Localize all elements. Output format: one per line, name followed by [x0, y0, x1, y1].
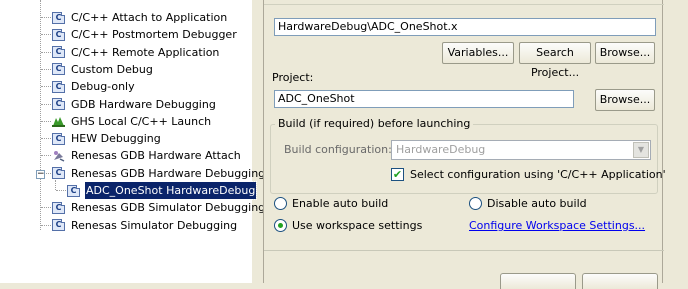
project-label: Project: — [272, 71, 314, 84]
tree-branch-line — [41, 51, 51, 53]
tree-branch-line — [41, 224, 51, 226]
c-launch-icon: C — [52, 98, 65, 110]
revert-button[interactable] — [582, 273, 658, 289]
build-config-value: HardwareDebug — [396, 143, 486, 156]
tree-item[interactable]: C Renesas Simulator Debugging — [52, 217, 238, 234]
main-tab-panel: HardwareDebug\ADC_OneShot.x Variables...… — [263, 0, 666, 289]
tab-header-edge — [264, 0, 664, 5]
use-workspace-settings-radio[interactable] — [274, 219, 287, 232]
browse-application-button-label: Browse... — [599, 46, 651, 59]
dropdown-arrow-icon[interactable]: ▼ — [633, 142, 649, 158]
apply-button[interactable] — [500, 273, 576, 289]
enable-auto-build-radio[interactable] — [274, 197, 287, 210]
tree-item-label: ADC_OneShot HardwareDebug — [83, 181, 258, 200]
enable-auto-build-label: Enable auto build — [292, 197, 389, 210]
variables-button[interactable]: Variables... — [442, 42, 514, 64]
c-launch-icon: C — [52, 63, 65, 76]
tree-item[interactable]: C Renesas GDB Simulator Debugging — [52, 199, 266, 216]
c-launch-icon: C — [52, 80, 65, 93]
c-launch-icon: C — [52, 201, 65, 214]
tree-item-label: C/C++ Remote Application — [71, 45, 220, 59]
tree-branch-line — [41, 155, 51, 157]
tree-item[interactable]: C C/C++ Postmortem Debugger — [52, 26, 238, 43]
tree-item-label: GDB Hardware Debugging — [71, 97, 216, 111]
c-launch-icon: C — [52, 167, 65, 180]
tree-item[interactable]: C Renesas GDB Hardware Debugging — [52, 165, 266, 182]
search-project-button[interactable]: Search Project... — [519, 42, 591, 79]
renesas-attach-icon — [52, 150, 65, 162]
tree-branch-line — [56, 190, 66, 191]
c-launch-icon: C — [52, 132, 65, 145]
variables-button-label: Variables... — [447, 46, 509, 59]
tree-branch-line — [41, 103, 51, 105]
c-launch-icon: C — [67, 184, 80, 197]
build-group-title: Build (if required) before launching — [275, 117, 474, 130]
c-launch-icon: C — [52, 11, 65, 24]
tree-item[interactable]: C C/C++ Attach to Application — [52, 9, 228, 26]
ghs-launch-icon — [52, 115, 65, 128]
panel-divider — [264, 250, 664, 251]
project-input[interactable]: ADC_OneShot — [274, 90, 574, 108]
tree-item-label: C/C++ Attach to Application — [71, 11, 228, 24]
tree-item-label: Renesas GDB Hardware Debugging — [71, 166, 266, 180]
build-config-label: Build configuration: — [284, 143, 392, 156]
tree-branch-line — [41, 68, 51, 70]
tree-item-label: C/C++ Postmortem Debugger — [71, 28, 237, 42]
collapse-toggle-icon[interactable]: − — [36, 170, 45, 179]
disable-auto-build-radio[interactable] — [469, 197, 482, 210]
application-path-input[interactable]: HardwareDebug\ADC_OneShot.x — [274, 18, 656, 36]
tree-item-label: Renesas GDB Hardware Attach — [71, 149, 241, 163]
select-config-checkbox[interactable]: ✔ — [391, 168, 404, 181]
c-launch-icon: C — [52, 46, 65, 59]
tree-item[interactable]: C Debug-only — [52, 78, 136, 95]
tree-item[interactable]: GHS Local C/C++ Launch — [52, 113, 212, 130]
disable-auto-build-label: Disable auto build — [487, 197, 587, 210]
launch-config-tree[interactable]: C C/C++ Attach to Application C C/C++ Postm… — [0, 0, 265, 283]
tree-branch-line — [41, 138, 51, 140]
c-launch-icon: C — [52, 28, 65, 41]
tree-item[interactable]: C GDB Hardware Debugging — [52, 96, 217, 113]
c-launch-icon: C — [52, 219, 65, 232]
tree-item-label: Debug-only — [71, 80, 135, 94]
configure-workspace-settings-link[interactable]: Configure Workspace Settings... — [469, 219, 645, 232]
search-project-button-label: Search Project... — [530, 46, 580, 79]
tree-branch-line — [41, 86, 51, 88]
tree-branch-line — [41, 17, 51, 18]
tree-branch-line — [41, 207, 51, 209]
use-workspace-settings-label: Use workspace settings — [292, 219, 423, 232]
tree-item-label: GHS Local C/C++ Launch — [71, 114, 212, 128]
tree-branch-line — [41, 120, 51, 122]
select-config-label: Select configuration using 'C/C++ Applic… — [410, 168, 666, 181]
tree-item-label: HEW Debugging — [71, 132, 161, 146]
browse-project-button-label: Browse... — [599, 93, 651, 106]
tree-item[interactable]: C ADC_OneShot HardwareDebug — [67, 181, 258, 200]
tree-branch-line — [41, 34, 51, 36]
build-config-combo[interactable]: HardwareDebug ▼ — [391, 140, 651, 160]
tree-item[interactable]: C C/C++ Remote Application — [52, 44, 220, 61]
tree-item[interactable]: C HEW Debugging — [52, 130, 162, 147]
tree-item-label: Custom Debug — [71, 62, 153, 76]
tree-item-label: Renesas GDB Simulator Debugging — [71, 201, 266, 215]
tree-item[interactable]: C Custom Debug — [52, 61, 154, 78]
browse-project-button[interactable]: Browse... — [595, 89, 655, 111]
browse-application-button[interactable]: Browse... — [595, 42, 655, 64]
tree-item[interactable]: Renesas GDB Hardware Attach — [52, 147, 242, 164]
tree-item-label: Renesas Simulator Debugging — [71, 218, 238, 232]
